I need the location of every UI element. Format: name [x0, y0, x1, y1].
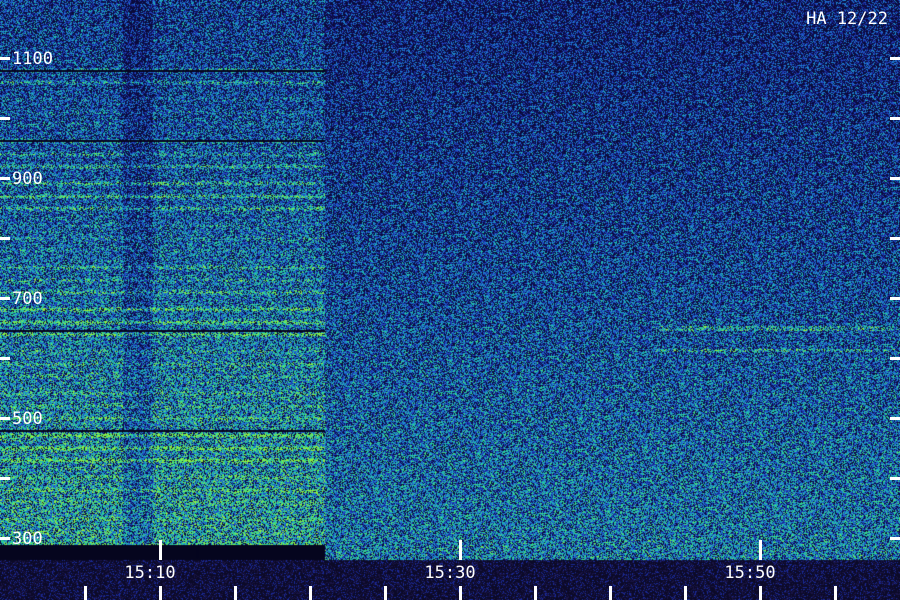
y-tick-label: 1100: [12, 49, 53, 69]
y-axis: 1100 900 700 500 300: [0, 49, 900, 549]
y-tick-right-1000: [890, 117, 900, 120]
x-tick-bottom-20: [309, 586, 312, 600]
spectrogram-panel: 1100 900 700 500 300 15:10 15:30 15:50 HA 12/2…: [0, 0, 900, 600]
y-tick-left-1000: [0, 117, 10, 120]
y-tick-right-400: [890, 477, 900, 480]
y-tick-left-500: [0, 417, 10, 420]
y-tick-right-700: [890, 297, 900, 300]
x-tick-bottom-45: [684, 586, 687, 600]
x-tick-bottom-15: [234, 586, 237, 600]
x-tick-30: [459, 540, 462, 560]
y-tick-right-900: [890, 177, 900, 180]
x-tick-bottom-25: [384, 586, 387, 600]
x-tick-label: 15:50: [724, 563, 775, 583]
x-tick-bottom-10: [159, 586, 162, 600]
y-tick-left-1100: [0, 57, 10, 60]
y-tick-label: 700: [12, 289, 43, 309]
x-tick-bottom-5: [84, 586, 87, 600]
y-tick-right-300: [890, 537, 900, 540]
y-tick-left-900: [0, 177, 10, 180]
y-tick-label: 500: [12, 409, 43, 429]
x-axis: 15:10 15:30 15:50: [84, 540, 837, 600]
y-tick-right-1100: [890, 57, 900, 60]
chart-title: HA 12/22: [806, 9, 888, 29]
y-tick-label: 900: [12, 169, 43, 189]
y-tick-right-500: [890, 417, 900, 420]
x-tick-50: [759, 540, 762, 560]
y-tick-left-300: [0, 537, 10, 540]
y-tick-right-800: [890, 237, 900, 240]
x-tick-label: 15:30: [424, 563, 475, 583]
y-tick-left-800: [0, 237, 10, 240]
x-tick-label: 15:10: [124, 563, 175, 583]
x-tick-bottom-30: [459, 586, 462, 600]
x-tick-bottom-35: [534, 586, 537, 600]
x-tick-bottom-40: [609, 586, 612, 600]
y-tick-left-600: [0, 357, 10, 360]
x-tick-bottom-50: [759, 586, 762, 600]
y-tick-left-700: [0, 297, 10, 300]
axis-overlay: 1100 900 700 500 300 15:10 15:30 15:50 HA 12/2…: [0, 9, 900, 600]
x-tick-bottom-55: [834, 586, 837, 600]
y-tick-right-600: [890, 357, 900, 360]
y-tick-label: 300: [12, 529, 43, 549]
x-tick-10: [159, 540, 162, 560]
y-tick-left-400: [0, 477, 10, 480]
